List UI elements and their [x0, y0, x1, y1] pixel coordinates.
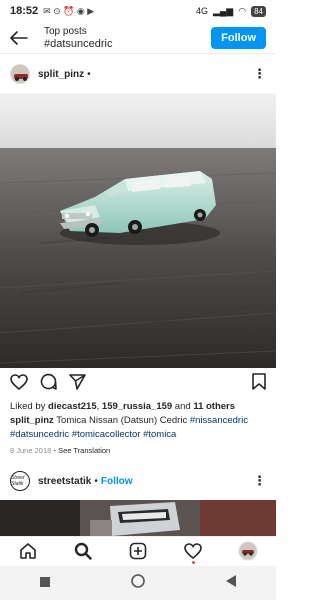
bookmark-icon[interactable]	[252, 373, 266, 395]
liker-2[interactable]: 159_russia_159	[102, 401, 172, 412]
new-post-icon[interactable]	[126, 539, 150, 563]
page-subtitle: Top posts	[44, 25, 87, 37]
system-navigation	[0, 566, 276, 600]
signal-icon: ▂▄▆	[213, 5, 234, 16]
separator-dot: •	[94, 475, 98, 487]
notification-dot	[192, 560, 196, 564]
post-header: split_pinz • ⋮	[0, 60, 276, 88]
hashtag-link[interactable]: #datsuncedric	[10, 429, 69, 440]
more-options-icon[interactable]: ⋮	[253, 474, 266, 487]
hashtag-link[interactable]: #tomicacollector	[72, 429, 141, 440]
post-date: 8 June 2018	[10, 446, 52, 455]
others-count[interactable]: 11 others	[193, 401, 235, 412]
likes-prefix: Liked by	[10, 401, 49, 412]
back-triangle-icon[interactable]	[225, 574, 236, 592]
post-date-line: 8 June 2018 • See Translation	[10, 446, 111, 455]
wifi-icon: ◠	[238, 5, 247, 16]
hashtag-link[interactable]: #nissancedric	[190, 415, 248, 426]
caption-body: Tomica Nissan (Datsun) Cedric	[53, 415, 190, 426]
top-bar: Top posts #datsuncedric Follow	[0, 22, 276, 54]
search-icon[interactable]	[71, 539, 95, 563]
clock: 18:52	[10, 5, 39, 17]
post-photo[interactable]	[0, 93, 276, 368]
post-username[interactable]: streetstatik	[38, 476, 91, 487]
comment-icon[interactable]	[40, 373, 57, 395]
home-icon[interactable]	[16, 539, 40, 563]
caption-text: split_pinz Tomica Nissan (Datsun) Cedric…	[10, 414, 268, 442]
profile-icon[interactable]	[236, 539, 260, 563]
avatar[interactable]: Street Statik	[10, 471, 30, 491]
see-translation-link[interactable]: See Translation	[58, 446, 110, 455]
bottom-navigation	[0, 536, 276, 564]
more-options-icon[interactable]: ⋮	[253, 67, 266, 80]
network-label: 4G	[195, 6, 208, 16]
follow-user-button[interactable]: Follow	[101, 476, 133, 487]
header-titles: Top posts #datsuncedric	[44, 26, 211, 50]
status-bar: 18:52 ✉ ⊙ ⏰ ◉ ▶ 4G ▂▄▆ ◠ 84	[0, 0, 276, 22]
next-post-photo[interactable]	[0, 500, 276, 536]
likes-and: and	[172, 401, 194, 412]
share-icon[interactable]	[69, 373, 86, 395]
separator-dot: •	[87, 68, 91, 80]
heart-icon[interactable]	[10, 373, 28, 395]
post-username[interactable]: split_pinz	[38, 69, 84, 80]
next-post-header: Street Statik streetstatik • Follow ⋮	[0, 469, 276, 493]
caption-username[interactable]: split_pinz	[10, 415, 54, 426]
post-actions	[0, 373, 276, 395]
likes-line: Liked by diecast215, 159_russia_159 and …	[10, 400, 268, 414]
back-arrow-icon[interactable]	[10, 27, 32, 49]
avatar[interactable]	[10, 64, 30, 84]
follow-hashtag-button[interactable]: Follow	[211, 26, 266, 49]
recents-icon[interactable]	[40, 574, 51, 592]
battery-icon: 84	[251, 5, 266, 17]
activity-icon[interactable]	[181, 539, 205, 564]
notification-icons: ✉ ⊙ ⏰ ◉ ▶	[43, 5, 95, 16]
post-caption: Liked by diecast215, 159_russia_159 and …	[10, 400, 268, 442]
hashtag-link[interactable]: #tomica	[143, 429, 176, 440]
liker-1[interactable]: diecast215	[48, 401, 97, 412]
home-button-icon[interactable]	[131, 573, 145, 593]
page-title: #datsuncedric	[44, 37, 113, 50]
